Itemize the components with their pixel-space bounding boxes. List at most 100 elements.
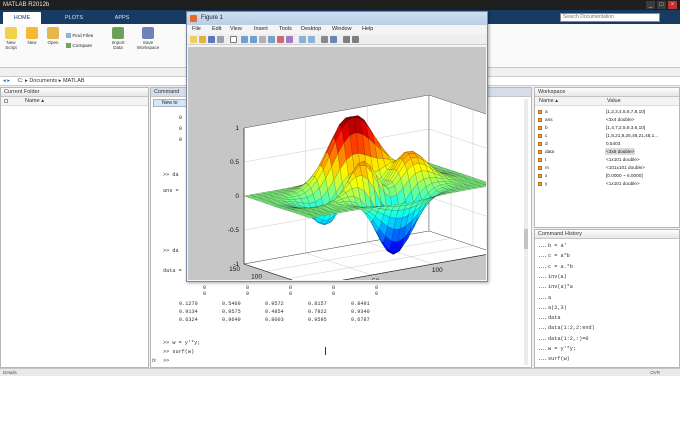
legend-icon[interactable]: [321, 36, 328, 43]
x-tick-label: 50: [372, 278, 380, 280]
save-workspace-button[interactable]: Save Workspace: [135, 27, 161, 50]
checkbox-icon[interactable]: [4, 99, 8, 103]
variable-value: [1,8,21,8,25,48,21,48,1...: [606, 133, 659, 138]
open-button[interactable]: Open: [43, 27, 63, 45]
import-data-button[interactable]: Import Data: [107, 27, 129, 50]
history-item-text: a(2,3): [548, 304, 567, 311]
figure-menu-desktop[interactable]: Desktop: [301, 25, 321, 34]
workspace-row-a[interactable]: a [1,2,3,4,5,6,7,8,10]: [535, 108, 673, 115]
link-icon[interactable]: [299, 36, 306, 43]
tab-plots[interactable]: PLOTS: [55, 12, 93, 24]
variable-value: <3x5 double>: [605, 148, 636, 155]
history-item-text: inv(a)*a: [548, 284, 573, 291]
app-title: MATLAB R2012b: [3, 2, 50, 8]
scrollbar-thumb[interactable]: [524, 229, 528, 249]
colorbar-icon[interactable]: [308, 36, 315, 43]
save-figure-icon[interactable]: [208, 36, 215, 43]
fx-icon[interactable]: fx: [152, 358, 156, 364]
matrix-r2-c3: 0.4854: [265, 309, 284, 315]
variable-icon: [538, 141, 542, 146]
new-script-label: New Script: [5, 40, 17, 50]
zoom-in-icon[interactable]: [241, 36, 248, 43]
find-files-label: Find Files: [72, 33, 94, 39]
variable-icon: [538, 109, 542, 114]
workspace-name-header[interactable]: Name ▴: [539, 97, 558, 105]
zero-row2-c1: 0: [203, 291, 207, 297]
maximize-button[interactable]: □: [657, 1, 666, 9]
figure-menu-tools[interactable]: Tools: [279, 25, 292, 34]
compare-button[interactable]: Compare: [66, 43, 92, 50]
figure-menu-help[interactable]: Help: [362, 25, 373, 34]
figure-window[interactable]: Figure 1 File Edit View Insert Tools Desktop W…: [186, 11, 505, 296]
open-file-icon[interactable]: [199, 36, 206, 43]
workspace-row-ans[interactable]: ans <3x4 double>: [535, 116, 673, 123]
workspace-row-data[interactable]: data <3x5 double>: [535, 148, 673, 155]
history-item-text: c = a*b: [548, 253, 570, 260]
workspace-row-t[interactable]: t <1x101 double>: [535, 156, 673, 163]
data-cursor-icon[interactable]: [277, 36, 284, 43]
variable-icon: [538, 165, 542, 170]
workspace-columns: Name ▴ Value: [535, 97, 679, 106]
tab-home[interactable]: HOME: [3, 12, 41, 24]
new-button[interactable]: New: [22, 27, 42, 45]
variable-icon: [538, 157, 542, 162]
figure-menu-insert[interactable]: Insert: [254, 25, 268, 34]
variable-name: c: [545, 133, 548, 138]
new-to-matlab-banner[interactable]: New to: [153, 99, 189, 107]
figure-title-bar[interactable]: Figure 1: [187, 12, 487, 25]
new-icon: [26, 27, 38, 39]
tab-apps[interactable]: APPS: [103, 12, 141, 24]
title-bar: MATLAB R2012b _ □ ×: [0, 0, 680, 10]
surface-plot[interactable]: 10.50-0.5-1050100150150100500: [188, 47, 505, 296]
variable-icon: [538, 173, 542, 178]
workspace-row-c[interactable]: c [1,8,21,8,25,48,21,48,1...: [535, 132, 673, 139]
y-tick-label: 150: [229, 266, 240, 273]
output-zero-3: 0: [179, 137, 183, 143]
variable-name: m: [545, 165, 549, 170]
variable-name: b: [545, 125, 548, 130]
output-zero-2: 0: [179, 126, 183, 132]
show-plot-tools-icon[interactable]: [352, 36, 359, 43]
search-documentation-input[interactable]: Search Documentation: [560, 13, 660, 22]
plot-tools-icon[interactable]: [330, 36, 337, 43]
workspace-row-d[interactable]: d 0.5403: [535, 140, 673, 147]
pointer-icon[interactable]: [230, 36, 237, 43]
command-scrollbar[interactable]: [524, 99, 528, 365]
matrix-r3-c2: 0.9649: [222, 317, 241, 323]
figure-menu-window[interactable]: Window: [332, 25, 352, 34]
variable-value: <1x101 double>: [606, 157, 640, 162]
find-files-button[interactable]: Find Files: [66, 33, 93, 40]
figure-menu-view[interactable]: View: [230, 25, 242, 34]
figure-title: Figure 1: [201, 15, 224, 21]
brush-icon[interactable]: [286, 36, 293, 43]
close-button[interactable]: ×: [668, 1, 677, 9]
rotate-icon[interactable]: [268, 36, 275, 43]
minimize-button[interactable]: _: [646, 1, 655, 9]
compare-label: Compare: [72, 43, 93, 49]
workspace-row-m[interactable]: m <101x101 double>: [535, 164, 673, 171]
new-script-button[interactable]: New Script: [1, 27, 21, 50]
variable-value: <101x101 double>: [606, 165, 645, 170]
zoom-out-icon[interactable]: [250, 36, 257, 43]
history-item-text: inv(a): [548, 273, 567, 280]
folder-name-column[interactable]: Name ▴: [1, 97, 148, 106]
command-prompt[interactable]: >>: [163, 358, 169, 364]
figure-menu-file[interactable]: File: [192, 25, 201, 34]
variable-icon: [538, 181, 542, 186]
new-figure-icon[interactable]: [190, 36, 197, 43]
workspace-row-x[interactable]: x [0.0000 ~ 6.0000]: [535, 172, 673, 179]
pan-icon[interactable]: [259, 36, 266, 43]
workspace-row-b[interactable]: b [1,4,7,2,5,8,3,6,10]: [535, 124, 673, 131]
figure-canvas[interactable]: 10.50-0.5-1050100150150100500: [188, 47, 505, 296]
workspace-row-y[interactable]: y <1x101 double>: [535, 180, 673, 187]
figure-menu-edit[interactable]: Edit: [212, 25, 221, 34]
banner-label: New to: [162, 100, 178, 106]
back-forward-icon[interactable]: ◂ ▸: [3, 77, 10, 85]
import-data-label: Import Data: [111, 40, 125, 50]
prompt-line-4: data =: [163, 268, 182, 274]
variable-value: <3x4 double>: [606, 117, 635, 122]
hide-plot-tools-icon[interactable]: [343, 36, 350, 43]
workspace-value-header[interactable]: Value: [607, 97, 621, 105]
print-icon[interactable]: [217, 36, 224, 43]
matrix-r1-c4: 0.8157: [308, 301, 327, 307]
